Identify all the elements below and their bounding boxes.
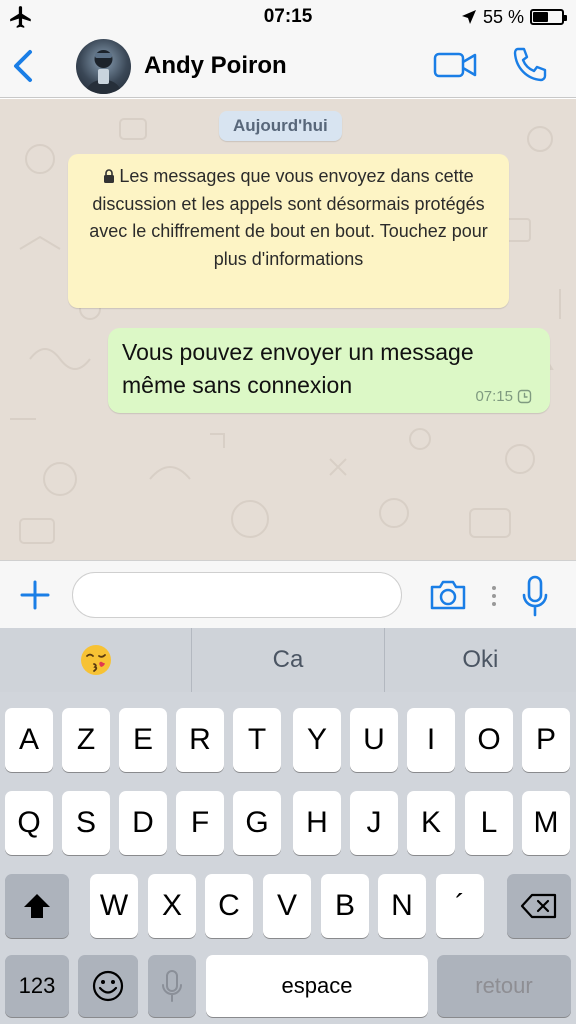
suggestion-word[interactable]: Ca: [192, 628, 385, 692]
key-i[interactable]: I: [407, 708, 455, 772]
encryption-notice-text: Les messages que vous envoyez dans cette…: [89, 166, 488, 269]
shift-key[interactable]: [5, 874, 69, 938]
avatar[interactable]: [76, 39, 131, 94]
numbers-key[interactable]: 123: [5, 955, 69, 1017]
battery-icon: [530, 9, 567, 25]
emoji-icon: [92, 970, 124, 1002]
chevron-left-icon[interactable]: [6, 46, 40, 86]
key-w[interactable]: W: [90, 874, 138, 938]
status-bar: 07:15 55 %: [0, 0, 576, 34]
return-key[interactable]: retour: [437, 955, 571, 1017]
lock-icon: [104, 169, 115, 183]
key-e[interactable]: E: [119, 708, 167, 772]
key-v[interactable]: V: [263, 874, 311, 938]
key-g[interactable]: G: [233, 791, 281, 855]
key-m[interactable]: M: [522, 791, 570, 855]
clock-icon: [517, 389, 532, 404]
key-u[interactable]: U: [350, 708, 398, 772]
key-s[interactable]: S: [62, 791, 110, 855]
key-b[interactable]: B: [321, 874, 369, 938]
shift-icon: [24, 894, 50, 918]
chat-area[interactable]: Aujourd'hui Les messages que vous envoye…: [0, 99, 576, 560]
key-a[interactable]: A: [5, 708, 53, 772]
message-input[interactable]: [72, 572, 402, 618]
backspace-icon: [520, 893, 557, 919]
contact-name[interactable]: Andy Poiron: [144, 52, 287, 80]
key-f[interactable]: F: [176, 791, 224, 855]
space-key[interactable]: espace: [206, 955, 428, 1017]
key-c[interactable]: C: [205, 874, 253, 938]
key-p[interactable]: P: [522, 708, 570, 772]
battery-fill: [533, 12, 548, 22]
key-y[interactable]: Y: [293, 708, 341, 772]
location-arrow-icon: [461, 10, 476, 24]
video-camera-icon[interactable]: [432, 50, 478, 80]
key-o[interactable]: O: [465, 708, 513, 772]
key-q[interactable]: Q: [5, 791, 53, 855]
phone-icon[interactable]: [510, 44, 550, 84]
suggestion-bar: Ca Oki: [0, 628, 576, 692]
outgoing-message[interactable]: Vous pouvez envoyer un message même sans…: [108, 328, 550, 413]
kissing-face-emoji: [80, 645, 111, 675]
key-d[interactable]: D: [119, 791, 167, 855]
dictation-key[interactable]: [148, 955, 196, 1017]
key-l[interactable]: L: [465, 791, 513, 855]
emoji-key[interactable]: [78, 955, 138, 1017]
dots-icon: [492, 586, 496, 606]
key-acute-accent[interactable]: ´: [436, 874, 484, 938]
date-pill: Aujourd'hui: [219, 111, 342, 141]
key-j[interactable]: J: [350, 791, 398, 855]
backspace-key[interactable]: [507, 874, 571, 938]
keyboard: Ca Oki A Z E R T Y U I O P Q S D F G H J…: [0, 628, 576, 1024]
message-time: 07:15: [475, 388, 513, 405]
plus-icon[interactable]: [18, 578, 52, 612]
battery-percent: 55 %: [482, 6, 524, 27]
suggestion-emoji[interactable]: [0, 628, 193, 692]
key-k[interactable]: K: [407, 791, 455, 855]
camera-icon[interactable]: [428, 578, 468, 612]
message-meta: 07:15: [475, 388, 532, 405]
key-r[interactable]: R: [176, 708, 224, 772]
status-right: 55 %: [461, 5, 567, 29]
dictation-mic-icon: [162, 970, 182, 1002]
encryption-notice[interactable]: Les messages que vous envoyez dans cette…: [68, 154, 509, 308]
suggestion-word[interactable]: Oki: [385, 628, 576, 692]
key-h[interactable]: H: [293, 791, 341, 855]
microphone-icon[interactable]: [518, 574, 552, 618]
key-n[interactable]: N: [378, 874, 426, 938]
key-x[interactable]: X: [148, 874, 196, 938]
message-text: Vous pouvez envoyer un message même sans…: [122, 339, 474, 398]
key-z[interactable]: Z: [62, 708, 110, 772]
key-t[interactable]: T: [233, 708, 281, 772]
input-bar: [0, 560, 576, 628]
chat-header: Andy Poiron: [0, 34, 576, 98]
